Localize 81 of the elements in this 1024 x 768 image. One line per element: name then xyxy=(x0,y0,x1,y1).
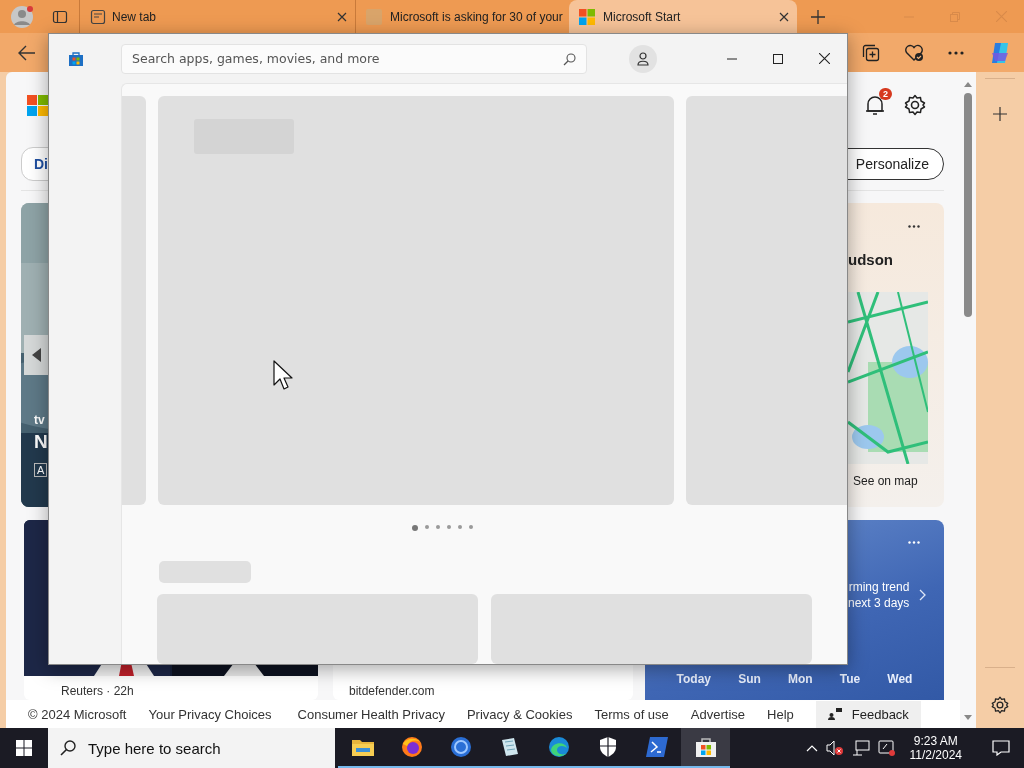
browser-tab[interactable]: Microsoft Start xyxy=(569,0,797,33)
circle-app-icon xyxy=(449,736,472,758)
settings-icon[interactable] xyxy=(904,94,926,116)
edge-icon xyxy=(547,736,570,758)
carousel-dot[interactable] xyxy=(424,524,429,529)
terminal-icon xyxy=(645,737,668,757)
store-icon xyxy=(694,736,717,758)
more-icon[interactable] xyxy=(948,50,964,55)
windows-logo-icon xyxy=(579,8,595,25)
page-icon xyxy=(366,8,382,25)
previous-button[interactable] xyxy=(24,335,48,375)
carousel-dot[interactable] xyxy=(457,524,462,529)
search-icon xyxy=(60,740,76,756)
weather-message: rming trend xyxy=(848,580,910,594)
taskbar-search-field[interactable]: Type here to search xyxy=(48,728,335,768)
search-icon xyxy=(563,52,576,66)
mouse-cursor-icon xyxy=(273,360,293,390)
forecast-day[interactable]: Wed xyxy=(887,672,913,686)
feedback-button[interactable]: Feedback xyxy=(815,700,921,728)
scrollbar-thumb[interactable] xyxy=(964,93,972,317)
taskbar-app-button[interactable] xyxy=(681,728,730,768)
network-icon[interactable] xyxy=(851,740,870,756)
footer-link[interactable]: Privacy & Cookies xyxy=(466,706,573,722)
headline[interactable]: N xyxy=(34,431,48,453)
shield-icon xyxy=(598,736,617,758)
more-icon[interactable] xyxy=(908,541,920,544)
notification-icon[interactable] xyxy=(992,740,1010,756)
left-triangle-icon xyxy=(31,348,41,362)
carousel-dot[interactable] xyxy=(468,524,473,529)
forecast-day[interactable]: Today xyxy=(676,672,711,686)
forecast-day[interactable]: Sun xyxy=(738,672,761,686)
device-icon[interactable] xyxy=(877,740,896,756)
tab-actions-icon[interactable] xyxy=(52,8,68,25)
clock-date[interactable]: 11/2/2024 xyxy=(909,748,962,762)
settings-icon[interactable] xyxy=(991,696,1009,714)
footer-link[interactable]: Advertise xyxy=(690,706,746,722)
back-arrow-icon[interactable] xyxy=(18,44,36,61)
footer-link[interactable]: Help xyxy=(767,706,794,722)
scroll-down-icon[interactable] xyxy=(964,715,972,720)
footer-link[interactable]: Terms of use xyxy=(594,706,669,722)
close-icon[interactable] xyxy=(779,11,789,22)
collections-icon[interactable] xyxy=(862,43,880,62)
forecast-day[interactable]: Tue xyxy=(839,672,861,686)
carousel-dot[interactable] xyxy=(446,524,451,529)
microsoft-logo-icon[interactable] xyxy=(27,94,48,116)
close-icon[interactable] xyxy=(819,53,830,64)
new-tab-icon[interactable] xyxy=(811,9,825,24)
page-icon xyxy=(90,8,106,25)
maximize-icon[interactable] xyxy=(773,53,783,64)
add-icon[interactable] xyxy=(993,107,1007,121)
store-search-field[interactable]: Search apps, games, movies, and more xyxy=(121,43,587,74)
more-icon[interactable] xyxy=(908,225,920,228)
source-label: bitdefender.com xyxy=(348,684,436,698)
windows-logo-icon xyxy=(16,740,32,756)
firefox-icon xyxy=(400,736,423,758)
chevron-right-icon[interactable] xyxy=(919,589,927,601)
speaker-muted-icon[interactable] xyxy=(825,740,844,756)
location-title: udson xyxy=(848,251,894,268)
footer-link[interactable]: Consumer Health Privacy xyxy=(297,706,445,722)
copyright-text: © 2024 Microsoft xyxy=(28,706,127,722)
source-label: tv xyxy=(34,413,45,427)
account-button[interactable] xyxy=(629,44,657,73)
carousel-dot[interactable] xyxy=(411,524,418,531)
feedback-icon xyxy=(827,708,842,720)
person-icon xyxy=(637,51,649,66)
store-icon xyxy=(68,50,84,67)
forecast-day[interactable]: Mon xyxy=(787,672,813,686)
heart-icon[interactable] xyxy=(904,43,924,62)
carousel-dot[interactable] xyxy=(435,524,440,529)
close-icon[interactable] xyxy=(337,11,347,22)
clock-time[interactable]: 9:23 AM xyxy=(913,734,958,748)
footer-link[interactable]: Your Privacy Choices xyxy=(148,706,272,722)
see-on-map-link[interactable]: See on map xyxy=(853,474,928,488)
source-label: Reuters · 22h xyxy=(60,683,135,698)
weather-message: next 3 days xyxy=(848,596,910,610)
notification-badge: 2 xyxy=(879,88,892,100)
profile-avatar-icon[interactable] xyxy=(10,4,34,29)
chevron-up-icon[interactable] xyxy=(805,744,818,752)
folder-icon xyxy=(351,738,374,756)
scroll-up-icon[interactable] xyxy=(964,82,972,87)
tag-label: A xyxy=(34,463,48,477)
